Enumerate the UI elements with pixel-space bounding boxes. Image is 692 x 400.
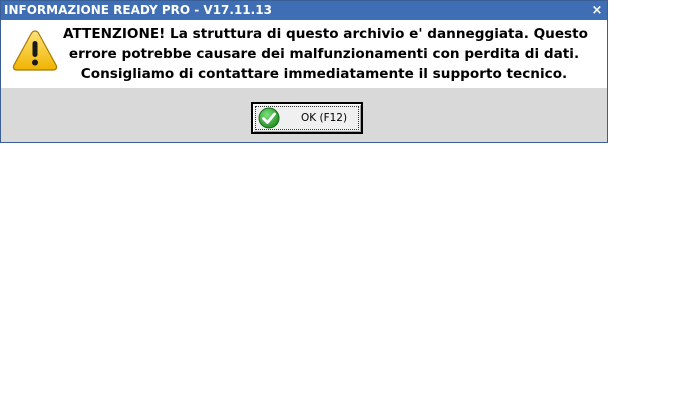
error-message: ATTENZIONE! La struttura di questo archi… <box>63 24 588 84</box>
message-line-1: ATTENZIONE! La struttura di questo archi… <box>63 26 588 42</box>
ok-button-label: OK (F12) <box>301 112 348 124</box>
message-line-2: errore potrebbe causare dei malfunzionam… <box>68 46 580 62</box>
close-icon[interactable]: × <box>590 1 604 20</box>
title-bar[interactable]: INFORMAZIONE READY PRO - V17.11.13 × <box>1 1 607 20</box>
check-icon <box>258 107 280 129</box>
warning-icon <box>12 30 58 71</box>
message-line-3: Consigliamo di contattare immediatamente… <box>80 66 568 82</box>
message-area: ATTENZIONE! La struttura di questo archi… <box>1 20 607 88</box>
button-bar: OK (F12) <box>1 88 607 142</box>
ok-button[interactable]: OK (F12) <box>251 102 363 134</box>
dialog-window: INFORMAZIONE READY PRO - V17.11.13 × ATT… <box>0 0 608 143</box>
window-title: INFORMAZIONE READY PRO - V17.11.13 <box>4 3 272 17</box>
